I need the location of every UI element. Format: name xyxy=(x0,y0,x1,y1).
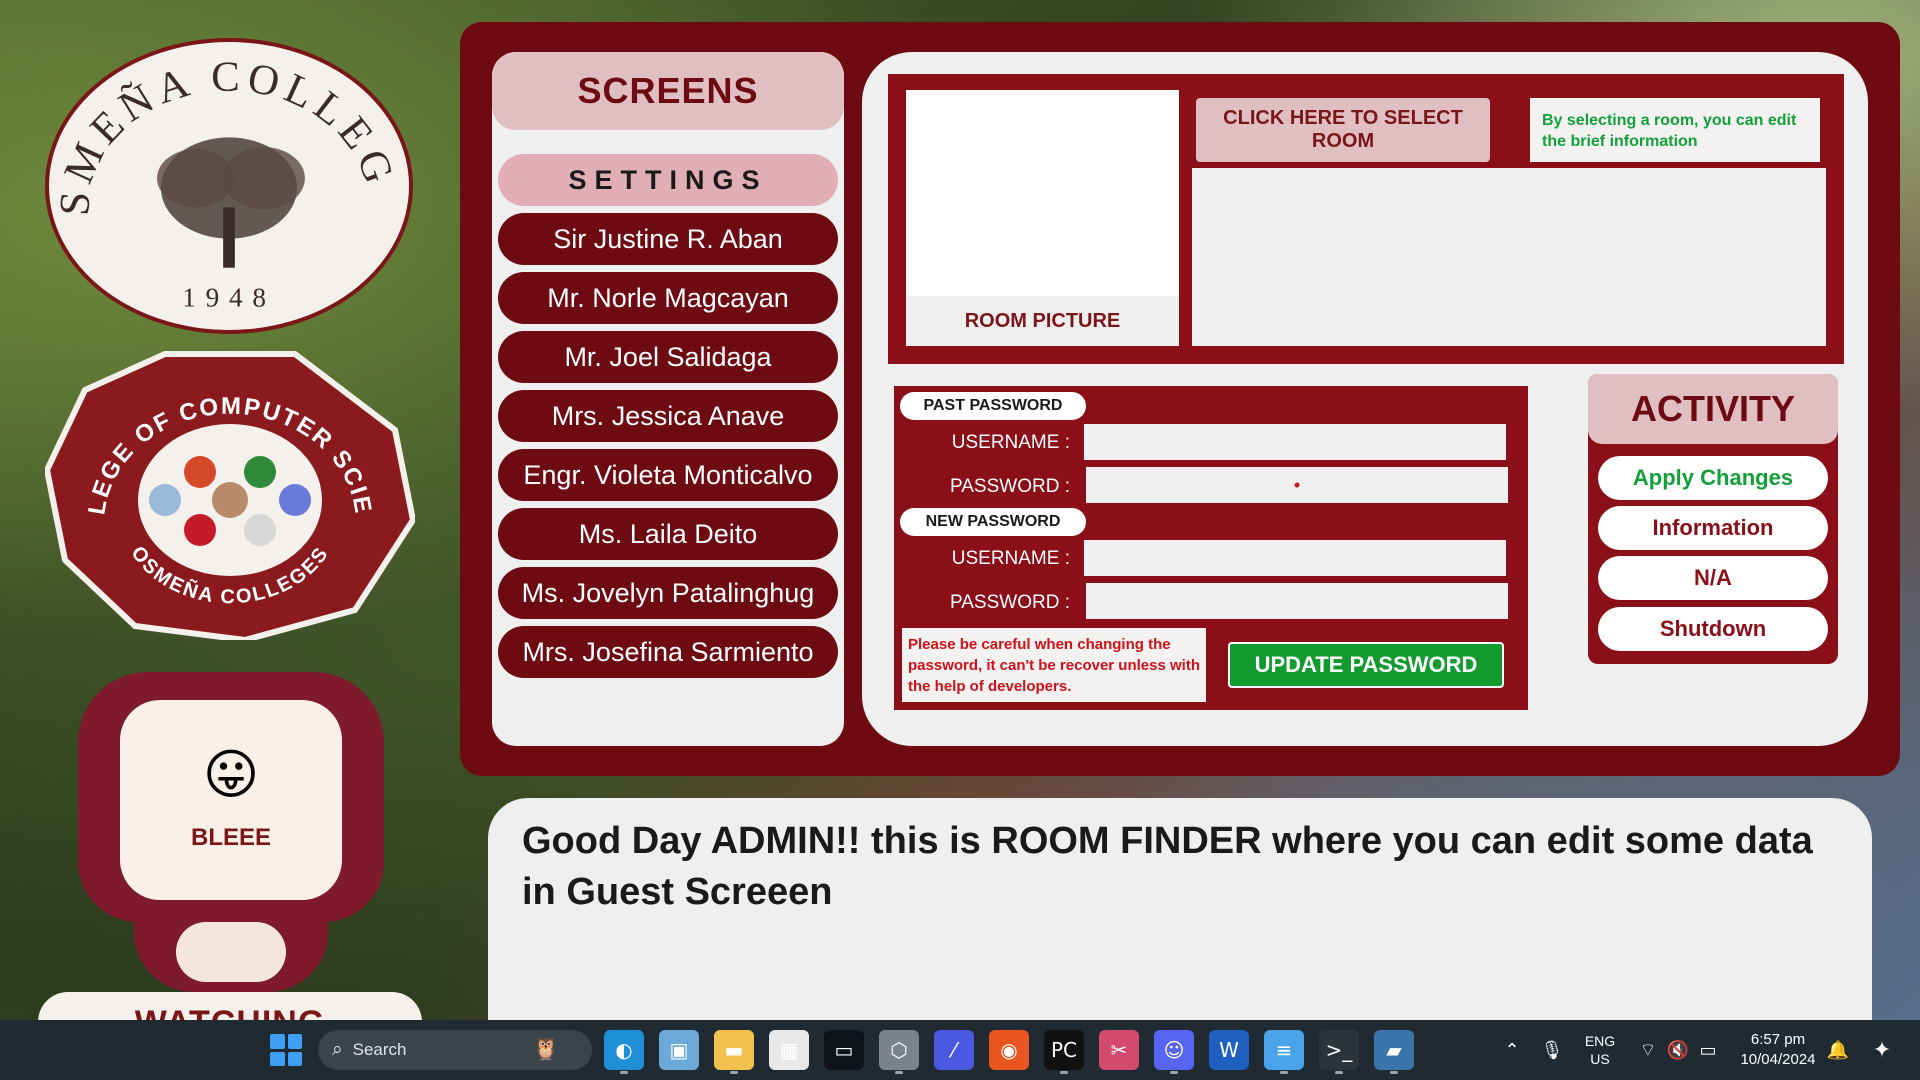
new-username-input[interactable] xyxy=(1084,540,1506,576)
terminal-icon[interactable]: ▭ xyxy=(824,1030,864,1070)
unity-icon[interactable]: ⬡ xyxy=(879,1030,919,1070)
clock[interactable]: 6:57 pm 10/04/2024 xyxy=(1728,1028,1828,1072)
screens-nav-list: SETTINGS Sir Justine R. Aban Mr. Norle M… xyxy=(498,154,838,685)
notepad-icon[interactable]: ≡ xyxy=(1264,1030,1304,1070)
pycharm-icon[interactable]: PC xyxy=(1044,1030,1084,1070)
new-username-label: USERNAME : xyxy=(951,548,1070,569)
running-indicator xyxy=(1060,1071,1068,1074)
password-warning: Please be careful when changing the pass… xyxy=(902,628,1206,702)
osmena-logo-year: 1948 xyxy=(182,283,275,313)
nav-item-teacher[interactable]: Ms. Jovelyn Patalinghug xyxy=(498,567,838,619)
select-room-button[interactable]: CLICK HERE TO SELECT ROOM xyxy=(1196,98,1490,162)
mascot-body xyxy=(134,912,328,992)
na-button[interactable]: N/A xyxy=(1598,556,1828,600)
tree-emblem: OSMEÑA COLLEGES 1948 xyxy=(49,42,398,313)
nav-item-teacher[interactable]: Mrs. Jessica Anave xyxy=(498,390,838,442)
edge-icon[interactable]: ◐ xyxy=(604,1030,644,1070)
running-indicator xyxy=(730,1071,738,1074)
store-icon[interactable]: ▦ xyxy=(769,1030,809,1070)
visual-studio-icon[interactable]: ⁄ xyxy=(934,1030,974,1070)
running-indicator xyxy=(620,1071,628,1074)
word-icon[interactable]: W xyxy=(1209,1030,1249,1070)
nav-item-teacher[interactable]: Engr. Violeta Monticalvo xyxy=(498,449,838,501)
room-info-textarea[interactable] xyxy=(1192,168,1826,346)
running-indicator xyxy=(895,1071,903,1074)
ubuntu-icon[interactable]: ◉ xyxy=(989,1030,1029,1070)
volume-muted-icon[interactable]: 🔇 xyxy=(1664,1036,1692,1064)
copilot-icon[interactable]: ✦ xyxy=(1864,1032,1900,1068)
mascot-face: 😛 BLEEE xyxy=(120,700,342,900)
chevron-up-icon[interactable]: ⌃ xyxy=(1498,1036,1526,1064)
mascot-name: BLEEE xyxy=(190,824,271,851)
nav-item-teacher[interactable]: Ms. Laila Deito xyxy=(498,508,838,560)
notification-bell-icon[interactable]: 🔔 xyxy=(1824,1036,1852,1064)
nav-item-teacher[interactable]: Mr. Joel Salidaga xyxy=(498,331,838,383)
past-password-input[interactable] xyxy=(1086,467,1508,503)
file-explorer-icon[interactable]: ▬ xyxy=(714,1030,754,1070)
running-indicator xyxy=(1170,1071,1178,1074)
search-icon: ⌕ xyxy=(332,1039,343,1060)
screens-title: SCREENS xyxy=(492,52,844,130)
photos-icon[interactable]: ▣ xyxy=(659,1030,699,1070)
nav-item-teacher[interactable]: Mrs. Josefina Sarmiento xyxy=(498,626,838,678)
battery-icon[interactable]: ▭ xyxy=(1694,1036,1722,1064)
wifi-icon[interactable]: ⌔ xyxy=(1634,1036,1662,1064)
snipping-tool-icon[interactable]: ✂ xyxy=(1099,1030,1139,1070)
shutdown-button[interactable]: Shutdown xyxy=(1598,607,1828,651)
greeting-banner: Good Day ADMIN!! this is ROOM FINDER whe… xyxy=(488,798,1872,1028)
search-placeholder: Search xyxy=(352,1040,407,1059)
tongue-out-emoji-icon: 😛 xyxy=(202,743,260,806)
microphone-icon[interactable]: 🎙 xyxy=(1538,1036,1566,1064)
past-password-label: PASSWORD : xyxy=(950,476,1070,497)
past-password-tag: PAST PASSWORD xyxy=(900,392,1086,420)
new-password-label: PASSWORD : xyxy=(950,592,1070,613)
region-code: US xyxy=(1590,1051,1610,1067)
select-room-hint: By selecting a room, you can edit the br… xyxy=(1530,98,1820,162)
past-username-label: USERNAME : xyxy=(951,432,1070,453)
running-indicator xyxy=(1280,1071,1288,1074)
command-prompt-icon[interactable]: >_ xyxy=(1319,1030,1359,1070)
apply-changes-button[interactable]: Apply Changes xyxy=(1598,456,1828,500)
language-code: ENG xyxy=(1584,1033,1616,1049)
search-highlight-icon: 🦉 xyxy=(532,1037,560,1062)
new-password-tag: NEW PASSWORD xyxy=(900,508,1086,536)
language-indicator[interactable]: ENG US xyxy=(1574,1028,1626,1072)
update-password-button[interactable]: UPDATE PASSWORD xyxy=(1228,642,1504,688)
discord-icon[interactable]: ☺ xyxy=(1154,1030,1194,1070)
room-picture-label: ROOM PICTURE xyxy=(906,296,1179,346)
nav-item-teacher[interactable]: Mr. Norle Magcayan xyxy=(498,272,838,324)
python-icon[interactable]: ▰ xyxy=(1374,1030,1414,1070)
nav-item-settings[interactable]: SETTINGS xyxy=(498,154,838,206)
college-of-computer-science-logo: COLLEGE OF COMPUTER SCIENCE OSMEÑA COLLE… xyxy=(35,329,417,644)
clock-date: 10/04/2024 xyxy=(1740,1051,1816,1068)
past-username-input[interactable] xyxy=(1084,424,1506,460)
information-button[interactable]: Information xyxy=(1598,506,1828,550)
running-indicator xyxy=(1335,1071,1343,1074)
activity-title: ACTIVITY xyxy=(1588,374,1838,444)
windows-start-icon[interactable] xyxy=(270,1034,302,1066)
mascot-robot: 😛 BLEEE xyxy=(78,672,384,992)
clock-time: 6:57 pm xyxy=(1750,1031,1806,1048)
running-indicator xyxy=(1390,1071,1398,1074)
osmena-colleges-logo: OSMEÑA COLLEGES 1948 xyxy=(45,38,413,334)
nav-item-teacher[interactable]: Sir Justine R. Aban xyxy=(498,213,838,265)
new-password-input[interactable] xyxy=(1086,583,1508,619)
